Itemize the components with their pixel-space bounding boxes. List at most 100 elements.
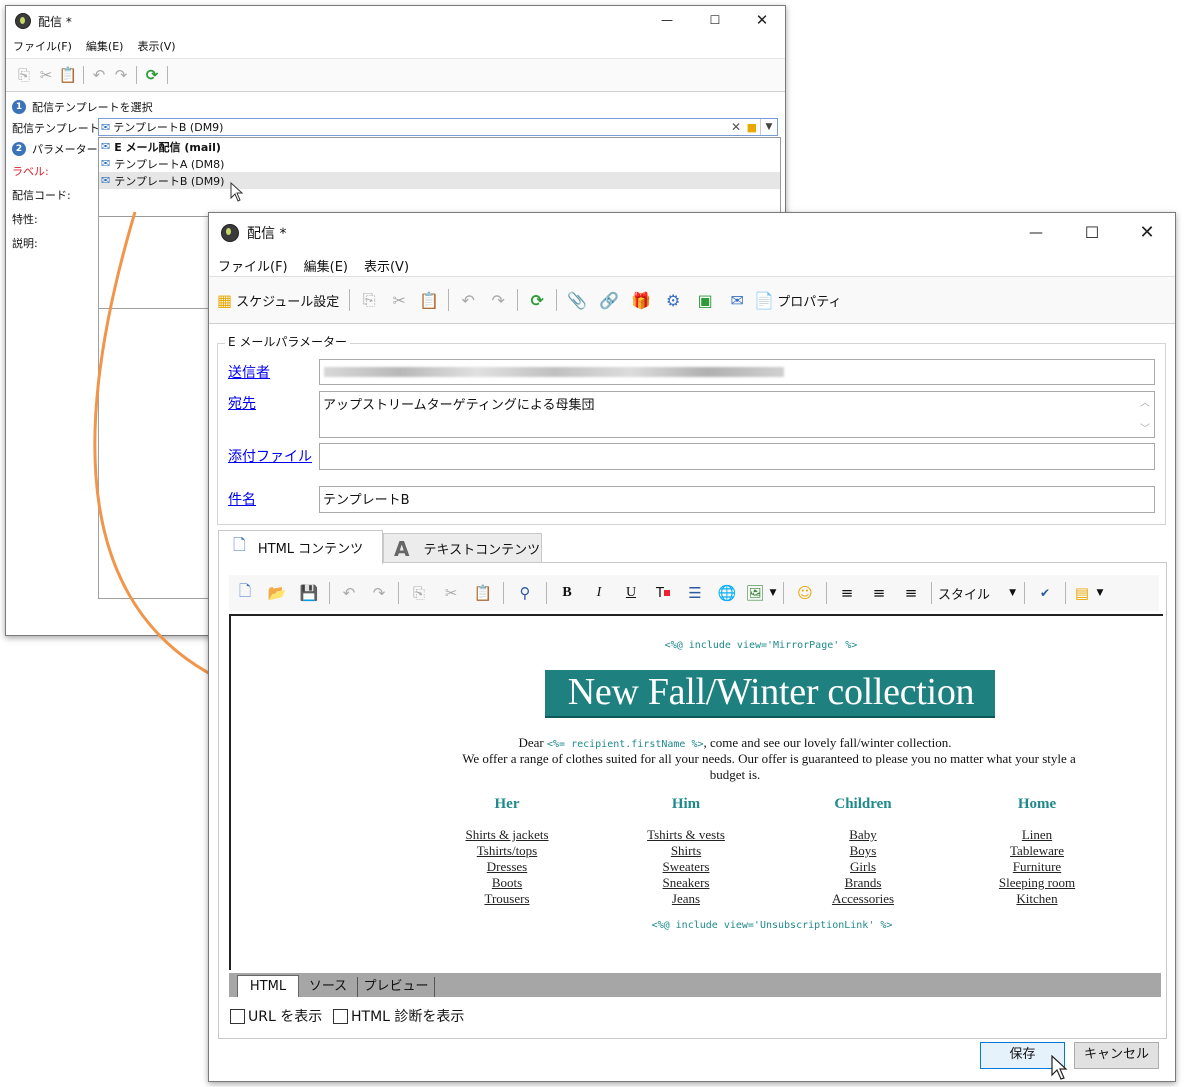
html-editor-canvas[interactable]: <%@ include view='MirrorPage' %> New Fal… [229,614,1163,970]
link-icon[interactable]: 🔗 [593,291,625,310]
column-link[interactable]: Dresses [417,859,597,875]
gift-icon[interactable]: 🎁 [625,291,657,310]
column-link[interactable]: Boys [773,843,953,859]
to-field[interactable]: アップストリームターゲティングによる母集団 ︿ ﹀ [319,391,1155,438]
dropdown-item[interactable]: ✉ E メール配信 (mail) [99,138,780,155]
menu-view[interactable]: 表示(V) [137,38,175,54]
subject-field[interactable]: テンプレートB [319,486,1155,513]
properties-icon[interactable]: 📄 [753,291,775,310]
close-button[interactable]: ✕ [1124,213,1170,253]
cut-icon[interactable]: ✂ [435,584,467,602]
attachment-icon[interactable]: 📎 [561,291,593,310]
tab-text-content[interactable]: A テキストコンテンツ [383,533,542,563]
sender-field[interactable] [319,359,1155,385]
view-tab-html[interactable]: HTML [237,975,299,997]
minimize-button[interactable]: — [644,6,690,34]
column-link[interactable]: Linen [947,827,1127,843]
paste-icon[interactable]: 📋 [57,66,79,84]
underline-icon[interactable]: U [615,585,647,601]
menu-file[interactable]: ファイル(F) [13,38,72,54]
proof-icon[interactable]: ✉ [721,291,753,310]
column-link[interactable]: Accessories [773,891,953,907]
cut-icon[interactable]: ✂ [384,291,414,310]
copy-icon[interactable]: ⎘ [354,290,384,310]
find-icon[interactable]: ⚲ [508,584,542,602]
open-folder-icon[interactable]: 📂 [261,584,293,602]
column-link[interactable]: Baby [773,827,953,843]
save-icon[interactable]: 💾 [293,584,325,602]
clear-icon[interactable]: ✕ [731,120,741,134]
menu-edit[interactable]: 編集(E) [304,256,348,275]
copy-icon[interactable]: ⎘ [13,66,35,84]
column-link[interactable]: Shirts [596,843,776,859]
redo-icon[interactable]: ↷ [110,66,132,84]
redo-icon[interactable]: ↷ [364,584,394,602]
maximize-button[interactable]: ☐ [1069,213,1115,253]
attachment-field[interactable] [319,443,1155,470]
chevron-down-icon[interactable]: ▼ [1094,588,1106,598]
chevron-down-icon[interactable]: ▼ [760,119,777,135]
view-tab-source[interactable]: ソース [299,977,358,997]
schedule-button[interactable]: スケジュール設定 [236,291,339,310]
undo-icon[interactable]: ↶ [88,66,110,84]
personalization-icon[interactable]: ▤ [1070,584,1094,602]
template-select[interactable]: ✉ テンプレートB (DM9) ✕ ■ ▼ [98,118,778,136]
column-link[interactable]: Tshirts & vests [596,827,776,843]
maximize-button[interactable]: ☐ [692,6,738,34]
undo-icon[interactable]: ↶ [453,291,483,310]
redo-icon[interactable]: ↷ [483,291,513,310]
dropdown-item[interactable]: ✉ テンプレートB (DM9) [99,172,780,189]
to-link[interactable]: 宛先 [228,393,256,413]
menu-view[interactable]: 表示(V) [364,256,409,275]
align-right-icon[interactable]: ≡ [895,584,927,602]
tab-html-content[interactable]: 🗋 HTML コンテンツ [218,530,383,564]
scroll-down-icon[interactable]: ﹀ [1140,420,1150,435]
column-link[interactable]: Girls [773,859,953,875]
column-link[interactable]: Shirts & jackets [417,827,597,843]
cut-icon[interactable]: ✂ [35,66,57,84]
minimize-button[interactable]: — [1013,213,1059,253]
paste-icon[interactable]: 📋 [467,584,499,602]
copy-icon[interactable]: ⎘ [403,584,435,602]
image-icon[interactable]: 🖼 [743,584,767,602]
dropdown-item[interactable]: ✉ テンプレートA (DM8) [99,155,780,172]
chevron-down-icon[interactable]: ▼ [767,588,779,598]
menu-edit[interactable]: 編集(E) [86,38,124,54]
tracking-icon[interactable]: ⚙ [657,291,689,310]
column-link[interactable]: Boots [417,875,597,891]
column-link[interactable]: Furniture [947,859,1127,875]
column-link[interactable]: Sweaters [596,859,776,875]
text-color-icon[interactable]: T [647,586,679,601]
view-tab-preview[interactable]: プレビュー [358,977,435,997]
smiley-icon[interactable]: ☺ [788,584,822,602]
paste-icon[interactable]: 📋 [414,291,444,310]
close-button[interactable]: ✕ [739,6,785,34]
column-link[interactable]: Tshirts/tops [417,843,597,859]
column-link[interactable]: Sneakers [596,875,776,891]
show-html-diag-checkbox[interactable]: HTML 診断を表示 [333,1006,464,1026]
new-html-icon[interactable]: 🗋 [229,581,261,606]
subject-link[interactable]: 件名 [228,489,256,509]
calculator-icon[interactable]: ▣ [689,291,721,310]
web-link-icon[interactable]: 🌐 [711,584,743,602]
undo-icon[interactable]: ↶ [334,584,364,602]
refresh-icon[interactable]: ⟳ [141,66,163,84]
column-link[interactable]: Sleeping room [947,875,1127,891]
column-link[interactable]: Jeans [596,891,776,907]
spellcheck-icon[interactable]: ✔ [1029,586,1061,600]
column-link[interactable]: Trousers [417,891,597,907]
folder-icon[interactable]: ■ [747,121,757,134]
menu-file[interactable]: ファイル(F) [218,256,288,275]
column-link[interactable]: Kitchen [947,891,1127,907]
column-link[interactable]: Brands [773,875,953,891]
show-url-checkbox[interactable]: URL を表示 [230,1006,322,1026]
cancel-button[interactable]: キャンセル [1074,1042,1159,1069]
align-center-icon[interactable]: ≡ [863,584,895,602]
column-link[interactable]: Tableware [947,843,1127,859]
properties-button[interactable]: プロパティ [777,291,841,310]
calendar-icon[interactable]: ▦ [217,291,232,310]
attachment-link[interactable]: 添付ファイル [228,446,312,466]
scroll-up-icon[interactable]: ︿ [1140,394,1150,409]
bullet-list-icon[interactable]: ☰ [679,584,711,602]
align-left-icon[interactable]: ≡ [831,584,863,602]
